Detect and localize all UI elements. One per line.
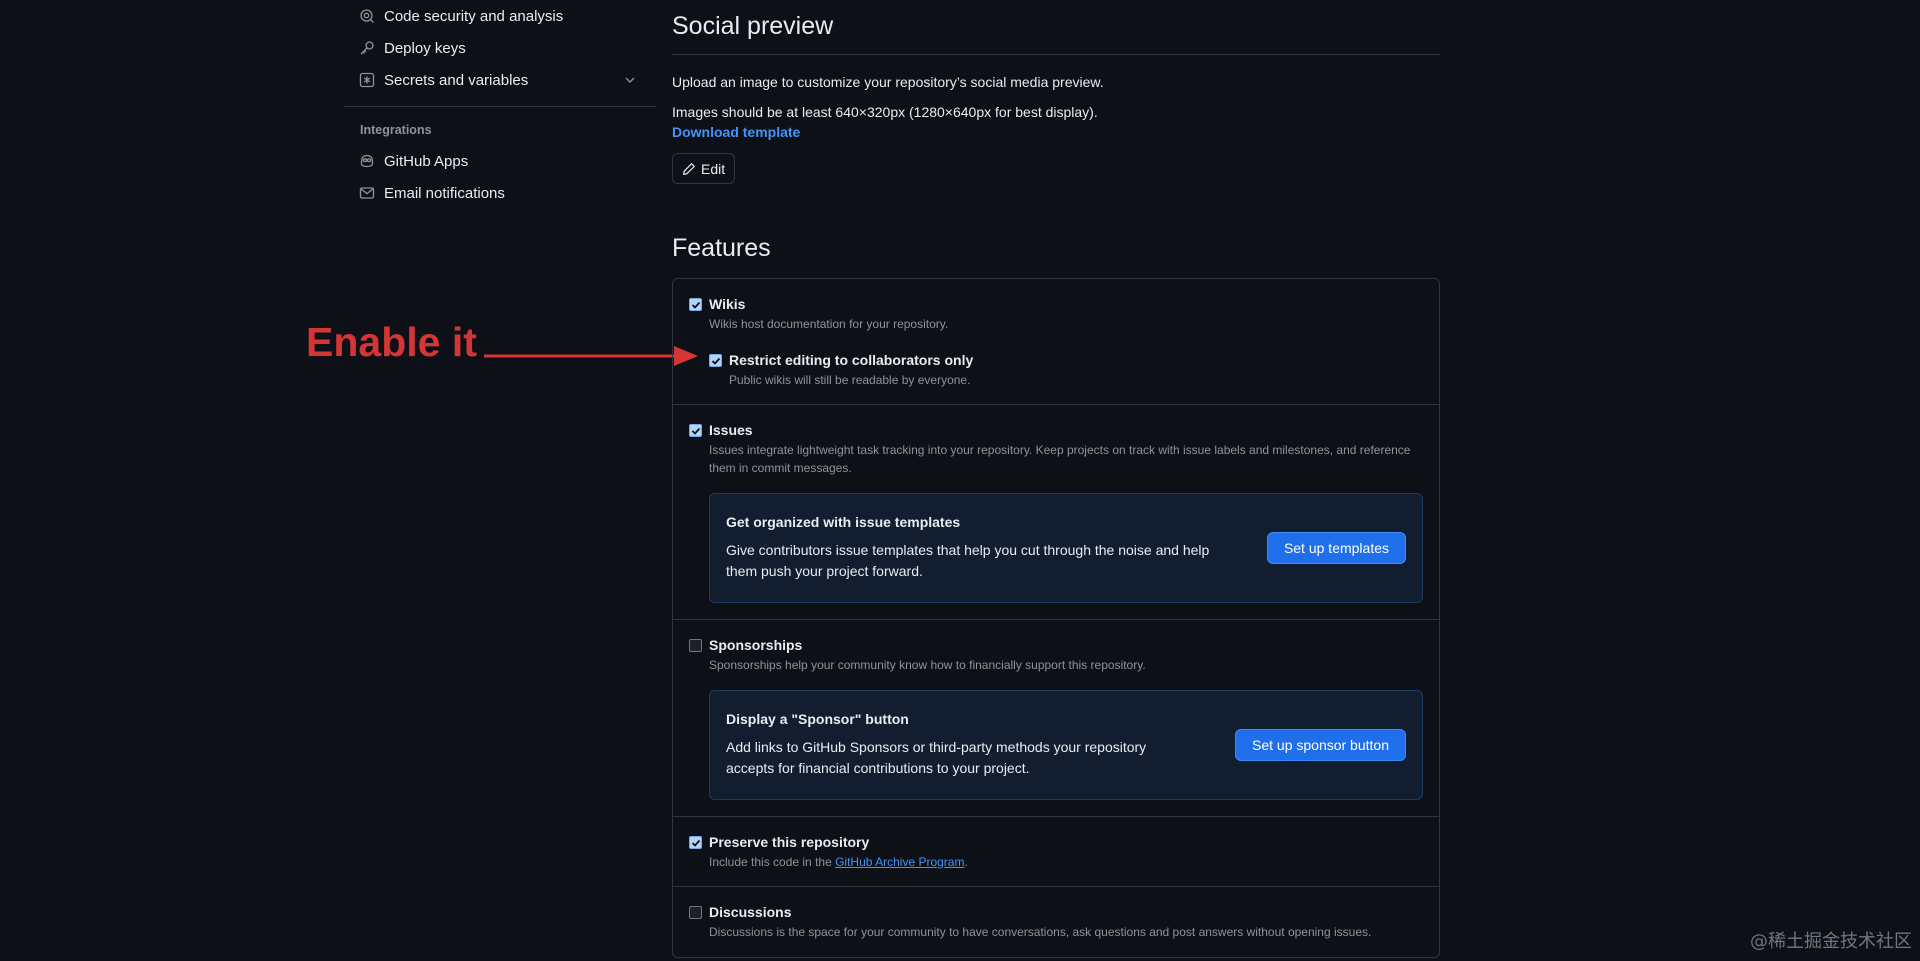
annotation-label: Enable it: [306, 319, 477, 365]
mail-icon: [358, 184, 376, 202]
page: Code security and analysis Deploy keys S…: [0, 0, 1920, 961]
sidebar-divider: [344, 106, 656, 107]
settings-sidebar: Code security and analysis Deploy keys S…: [344, 0, 656, 209]
feature-title: Discussions: [709, 904, 792, 920]
asterisk-icon: [358, 71, 376, 89]
feature-title: Issues: [709, 422, 753, 438]
sidebar-item-label: Secrets and variables: [384, 71, 529, 89]
check-icon: [711, 357, 720, 365]
chevron-down-icon[interactable]: [622, 72, 638, 88]
sidebar-item-label: Email notifications: [384, 184, 505, 202]
feature-title: Preserve this repository: [709, 834, 870, 850]
feature-description: Discussions is the space for your commun…: [709, 925, 1372, 939]
social-preview-size-hint: Images should be at least 640×320px (128…: [672, 104, 1098, 120]
feature-title: Restrict editing to collaborators only: [729, 352, 974, 368]
sponsor-button-callout: Display a "Sponsor" button Add links to …: [709, 690, 1423, 800]
copilot-icon: [358, 152, 376, 170]
edit-label: Edit: [701, 160, 726, 177]
feature-title: Sponsorships: [709, 637, 803, 653]
sidebar-item-label: Deploy keys: [384, 39, 466, 57]
watermark: @稀土掘金技术社区: [1750, 931, 1912, 952]
feature-description: Public wikis will still be readable by e…: [729, 373, 971, 387]
description-prefix: Include this code in the: [709, 855, 836, 869]
sponsorships-checkbox[interactable]: [689, 639, 702, 652]
key-icon: [358, 39, 376, 57]
sidebar-item-secrets[interactable]: Secrets and variables: [344, 64, 656, 96]
check-icon: [691, 427, 700, 435]
features-list: Wikis Wikis host documentation for your …: [672, 278, 1440, 958]
callout-title: Display a "Sponsor" button: [726, 711, 909, 727]
feature-discussions: Discussions Discussions is the space for…: [673, 886, 1439, 957]
sidebar-item-code-security[interactable]: Code security and analysis: [344, 0, 656, 32]
social-preview-title: Social preview: [672, 12, 834, 40]
sidebar-item-label: GitHub Apps: [384, 152, 469, 170]
feature-issues: Issues Issues integrate lightweight task…: [673, 404, 1439, 619]
pencil-icon: [682, 162, 696, 176]
set-up-sponsor-button[interactable]: Set up sponsor button: [1235, 729, 1406, 761]
wikis-checkbox[interactable]: [689, 298, 702, 311]
check-icon: [691, 301, 700, 309]
download-template-link[interactable]: Download template: [672, 124, 1440, 140]
issues-checkbox[interactable]: [689, 424, 702, 437]
callout-title: Get organized with issue templates: [726, 514, 961, 530]
description-suffix: .: [964, 855, 968, 869]
features-section: Features Wikis Wikis host documentation …: [672, 234, 1440, 958]
features-title: Features: [672, 234, 771, 262]
sidebar-item-label: Code security and analysis: [384, 7, 564, 25]
set-up-templates-button[interactable]: Set up templates: [1266, 532, 1406, 564]
feature-wikis: Wikis Wikis host documentation for your …: [673, 279, 1439, 404]
callout-text: Add links to GitHub Sponsors or third-pa…: [726, 739, 1147, 776]
feature-preserve: Preserve this repository Include this co…: [673, 816, 1439, 886]
feature-description: Wikis host documentation for your reposi…: [709, 317, 949, 331]
restrict-editing-checkbox[interactable]: [709, 354, 722, 367]
section-divider: [672, 54, 1440, 55]
feature-description: Include this code in the GitHub Archive …: [709, 853, 968, 871]
github-archive-program-link[interactable]: GitHub Archive Program: [835, 855, 964, 869]
feature-description: Sponsorships help your community know ho…: [709, 658, 1146, 672]
annotation-arrow-icon: [484, 346, 698, 366]
sidebar-heading-integrations: Integrations: [360, 123, 432, 137]
edit-social-preview-button[interactable]: Edit: [672, 153, 736, 184]
preserve-checkbox[interactable]: [689, 836, 702, 849]
feature-description: Issues integrate lightweight task tracki…: [709, 443, 1411, 475]
feature-sponsorships: Sponsorships Sponsorships help your comm…: [673, 619, 1439, 816]
feature-title: Wikis: [709, 296, 746, 312]
codescan-icon: [358, 7, 376, 25]
social-preview-section: Social preview Upload an image to custom…: [672, 0, 1440, 184]
discussions-checkbox[interactable]: [689, 906, 702, 919]
issue-templates-callout: Get organized with issue templates Give …: [709, 493, 1423, 603]
sidebar-item-github-apps[interactable]: GitHub Apps: [344, 145, 656, 177]
sidebar-item-email-notifications[interactable]: Email notifications: [344, 177, 656, 209]
settings-main: Social preview Upload an image to custom…: [672, 0, 1440, 958]
callout-text: Give contributors issue templates that h…: [726, 542, 1210, 579]
social-preview-description: Upload an image to customize your reposi…: [672, 74, 1104, 90]
sidebar-item-deploy-keys[interactable]: Deploy keys: [344, 32, 656, 64]
check-icon: [691, 839, 700, 847]
